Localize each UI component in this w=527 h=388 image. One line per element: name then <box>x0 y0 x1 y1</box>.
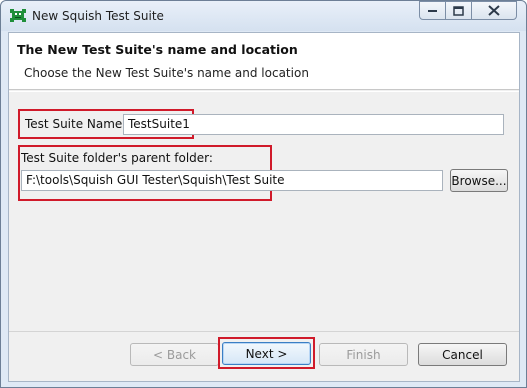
squish-app-icon <box>10 8 26 23</box>
wizard-page-title: The New Test Suite's name and location <box>17 42 298 57</box>
maximize-button[interactable] <box>445 1 472 20</box>
suite-name-input[interactable]: TestSuite1 <box>123 114 504 135</box>
minimize-icon <box>427 9 438 13</box>
wizard-page-description: Choose the New Test Suite's name and loc… <box>24 66 309 80</box>
cancel-button[interactable]: Cancel <box>418 343 507 366</box>
wizard-header: The New Test Suite's name and location C… <box>9 33 519 90</box>
dialog-window: New Squish Test Suite The New Test Suite… <box>0 0 527 388</box>
window-title: New Squish Test Suite <box>32 9 164 23</box>
next-button[interactable]: Next > <box>222 342 311 365</box>
suite-name-label: Test Suite Name: <box>25 117 127 131</box>
maximize-icon <box>453 5 464 16</box>
parent-folder-input[interactable]: F:\tools\Squish GUI Tester\Squish\Test S… <box>21 170 443 191</box>
title-bar[interactable]: New Squish Test Suite <box>1 1 526 31</box>
wizard-body: Test Suite Name: TestSuite1 Test Suite f… <box>9 91 519 331</box>
footer-divider <box>9 331 519 332</box>
dialog-client-area: The New Test Suite's name and location C… <box>8 32 520 382</box>
finish-button[interactable]: Finish <box>319 343 408 366</box>
close-button[interactable] <box>471 1 517 20</box>
close-icon <box>488 5 500 16</box>
minimize-button[interactable] <box>419 1 446 20</box>
back-button[interactable]: < Back <box>130 343 219 366</box>
header-divider <box>9 91 519 92</box>
parent-folder-label: Test Suite folder's parent folder: <box>21 151 213 165</box>
browse-button[interactable]: Browse... <box>450 169 508 192</box>
